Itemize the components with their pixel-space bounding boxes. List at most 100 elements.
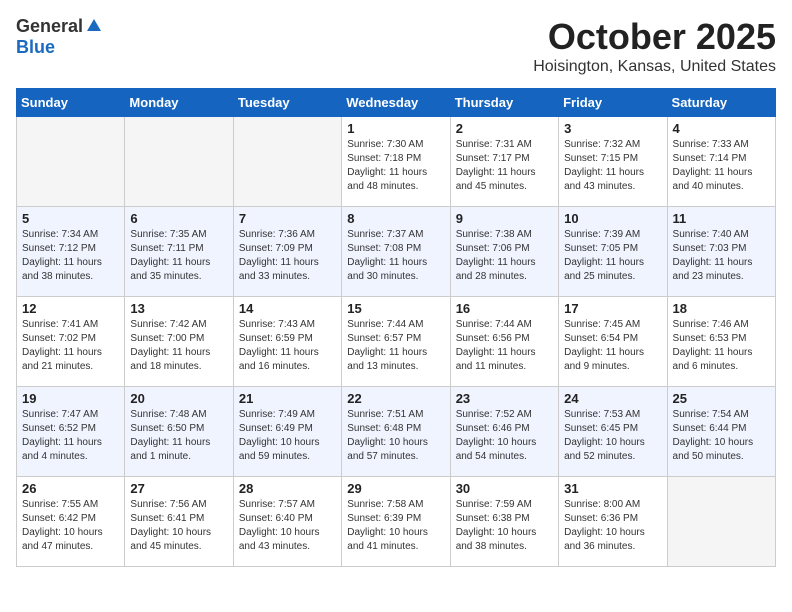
calendar-week-row: 1 Sunrise: 7:30 AM Sunset: 7:18 PM Daylig… (17, 117, 776, 207)
calendar-cell: 21 Sunrise: 7:49 AM Sunset: 6:49 PM Dayli… (233, 387, 341, 477)
day-number: 25 (673, 391, 770, 406)
month-title: October 2025 (533, 16, 776, 58)
calendar-cell: 16Sunrise: 7:44 AM Sunset: 6:56 PM Dayli… (450, 297, 558, 387)
day-info: Sunrise: 7:34 AM Sunset: 7:12 PM Dayligh… (22, 228, 119, 284)
day-number: 1 (347, 121, 444, 136)
weekday-header: Saturday (667, 89, 775, 117)
calendar-week-row: 26 Sunrise: 7:55 AM Sunset: 6:42 PM Dayli… (17, 477, 776, 567)
calendar-cell: 4 Sunrise: 7:33 AM Sunset: 7:14 PM Daylig… (667, 117, 775, 207)
calendar-cell (667, 477, 775, 567)
calendar-cell: 24Sunrise: 7:53 AM Sunset: 6:45 PM Dayli… (559, 387, 667, 477)
day-info: Sunrise: 7:36 AM Sunset: 7:09 PM Dayligh… (239, 228, 336, 284)
day-number: 18 (673, 301, 770, 316)
day-info: Sunrise: 7:32 AM Sunset: 7:15 PM Dayligh… (564, 138, 661, 194)
day-info: Sunrise: 7:30 AM Sunset: 7:18 PM Dayligh… (347, 138, 444, 194)
weekday-header: Sunday (17, 89, 125, 117)
day-info: Sunrise: 7:51 AM Sunset: 6:48 PM Dayligh… (347, 408, 444, 464)
calendar-table: SundayMondayTuesdayWednesdayThursdayFrid… (16, 88, 776, 567)
day-info: Sunrise: 7:47 AM Sunset: 6:52 PM Dayligh… (22, 408, 119, 464)
logo-general: General (16, 16, 83, 37)
day-number: 13 (130, 301, 227, 316)
day-info: Sunrise: 7:39 AM Sunset: 7:05 PM Dayligh… (564, 228, 661, 284)
day-number: 10 (564, 211, 661, 226)
day-info: Sunrise: 7:54 AM Sunset: 6:44 PM Dayligh… (673, 408, 770, 464)
calendar-cell: 1 Sunrise: 7:30 AM Sunset: 7:18 PM Daylig… (342, 117, 450, 207)
day-number: 12 (22, 301, 119, 316)
day-number: 20 (130, 391, 227, 406)
calendar-cell: 29 Sunrise: 7:58 AM Sunset: 6:39 PM Dayli… (342, 477, 450, 567)
day-info: Sunrise: 7:49 AM Sunset: 6:49 PM Dayligh… (239, 408, 336, 464)
calendar-cell (125, 117, 233, 207)
weekday-header: Wednesday (342, 89, 450, 117)
day-number: 22 (347, 391, 444, 406)
day-info: Sunrise: 7:41 AM Sunset: 7:02 PM Dayligh… (22, 318, 119, 374)
day-number: 14 (239, 301, 336, 316)
day-number: 28 (239, 481, 336, 496)
day-info: Sunrise: 7:35 AM Sunset: 7:11 PM Dayligh… (130, 228, 227, 284)
calendar-cell: 9Sunrise: 7:38 AM Sunset: 7:06 PM Daylig… (450, 207, 558, 297)
calendar-cell: 17 Sunrise: 7:45 AM Sunset: 6:54 PM Dayli… (559, 297, 667, 387)
calendar-week-row: 5 Sunrise: 7:34 AM Sunset: 7:12 PM Daylig… (17, 207, 776, 297)
day-number: 6 (130, 211, 227, 226)
day-number: 8 (347, 211, 444, 226)
weekday-header: Thursday (450, 89, 558, 117)
calendar-cell: 25 Sunrise: 7:54 AM Sunset: 6:44 PM Dayli… (667, 387, 775, 477)
day-info: Sunrise: 7:56 AM Sunset: 6:41 PM Dayligh… (130, 498, 227, 554)
calendar-cell: 13 Sunrise: 7:42 AM Sunset: 7:00 PM Dayli… (125, 297, 233, 387)
calendar-cell: 26 Sunrise: 7:55 AM Sunset: 6:42 PM Dayli… (17, 477, 125, 567)
day-info: Sunrise: 8:00 AM Sunset: 6:36 PM Dayligh… (564, 498, 661, 554)
calendar-cell: 14 Sunrise: 7:43 AM Sunset: 6:59 PM Dayli… (233, 297, 341, 387)
day-info: Sunrise: 7:33 AM Sunset: 7:14 PM Dayligh… (673, 138, 770, 194)
day-info: Sunrise: 7:57 AM Sunset: 6:40 PM Dayligh… (239, 498, 336, 554)
calendar-cell (17, 117, 125, 207)
calendar-cell: 18 Sunrise: 7:46 AM Sunset: 6:53 PM Dayli… (667, 297, 775, 387)
day-info: Sunrise: 7:40 AM Sunset: 7:03 PM Dayligh… (673, 228, 770, 284)
calendar-cell: 19Sunrise: 7:47 AM Sunset: 6:52 PM Dayli… (17, 387, 125, 477)
day-number: 31 (564, 481, 661, 496)
day-info: Sunrise: 7:43 AM Sunset: 6:59 PM Dayligh… (239, 318, 336, 374)
calendar-cell: 3 Sunrise: 7:32 AM Sunset: 7:15 PM Daylig… (559, 117, 667, 207)
day-number: 17 (564, 301, 661, 316)
day-number: 24 (564, 391, 661, 406)
day-number: 27 (130, 481, 227, 496)
day-info: Sunrise: 7:45 AM Sunset: 6:54 PM Dayligh… (564, 318, 661, 374)
day-number: 23 (456, 391, 553, 406)
calendar-cell: 30 Sunrise: 7:59 AM Sunset: 6:38 PM Dayli… (450, 477, 558, 567)
day-info: Sunrise: 7:48 AM Sunset: 6:50 PM Dayligh… (130, 408, 227, 464)
calendar-cell: 20 Sunrise: 7:48 AM Sunset: 6:50 PM Dayli… (125, 387, 233, 477)
day-info: Sunrise: 7:44 AM Sunset: 6:57 PM Dayligh… (347, 318, 444, 374)
calendar-cell: 31 Sunrise: 8:00 AM Sunset: 6:36 PM Dayli… (559, 477, 667, 567)
calendar-cell: 2Sunrise: 7:31 AM Sunset: 7:17 PM Daylig… (450, 117, 558, 207)
day-info: Sunrise: 7:38 AM Sunset: 7:06 PM Dayligh… (456, 228, 553, 284)
calendar-cell: 27 Sunrise: 7:56 AM Sunset: 6:41 PM Dayli… (125, 477, 233, 567)
calendar-cell: 22 Sunrise: 7:51 AM Sunset: 6:48 PM Dayli… (342, 387, 450, 477)
day-number: 30 (456, 481, 553, 496)
logo-icon (85, 17, 103, 35)
logo: General Blue (16, 16, 103, 58)
calendar-week-row: 19Sunrise: 7:47 AM Sunset: 6:52 PM Dayli… (17, 387, 776, 477)
day-number: 21 (239, 391, 336, 406)
day-number: 26 (22, 481, 119, 496)
page-header: General Blue October 2025 Hoisington, Ka… (16, 16, 776, 76)
calendar-cell: 10 Sunrise: 7:39 AM Sunset: 7:05 PM Dayli… (559, 207, 667, 297)
day-number: 29 (347, 481, 444, 496)
day-info: Sunrise: 7:58 AM Sunset: 6:39 PM Dayligh… (347, 498, 444, 554)
weekday-header: Friday (559, 89, 667, 117)
day-number: 15 (347, 301, 444, 316)
day-number: 4 (673, 121, 770, 136)
day-info: Sunrise: 7:55 AM Sunset: 6:42 PM Dayligh… (22, 498, 119, 554)
day-info: Sunrise: 7:44 AM Sunset: 6:56 PM Dayligh… (456, 318, 553, 374)
day-info: Sunrise: 7:52 AM Sunset: 6:46 PM Dayligh… (456, 408, 553, 464)
day-number: 11 (673, 211, 770, 226)
day-info: Sunrise: 7:42 AM Sunset: 7:00 PM Dayligh… (130, 318, 227, 374)
calendar-cell: 6 Sunrise: 7:35 AM Sunset: 7:11 PM Daylig… (125, 207, 233, 297)
calendar-cell: 11 Sunrise: 7:40 AM Sunset: 7:03 PM Dayli… (667, 207, 775, 297)
day-info: Sunrise: 7:59 AM Sunset: 6:38 PM Dayligh… (456, 498, 553, 554)
calendar-cell: 7Sunrise: 7:36 AM Sunset: 7:09 PM Daylig… (233, 207, 341, 297)
day-info: Sunrise: 7:37 AM Sunset: 7:08 PM Dayligh… (347, 228, 444, 284)
calendar-header-row: SundayMondayTuesdayWednesdayThursdayFrid… (17, 89, 776, 117)
day-number: 5 (22, 211, 119, 226)
day-info: Sunrise: 7:46 AM Sunset: 6:53 PM Dayligh… (673, 318, 770, 374)
weekday-header: Monday (125, 89, 233, 117)
day-number: 3 (564, 121, 661, 136)
